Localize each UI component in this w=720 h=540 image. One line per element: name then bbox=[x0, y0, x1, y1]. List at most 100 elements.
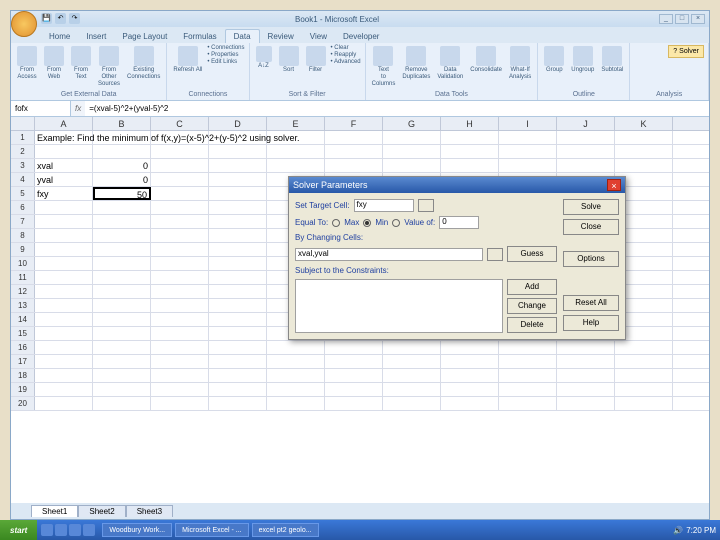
row-header-9[interactable]: 9 bbox=[11, 243, 35, 256]
cell-C13[interactable] bbox=[151, 299, 209, 312]
cell-D3[interactable] bbox=[209, 159, 267, 172]
column-header-J[interactable]: J bbox=[557, 117, 615, 130]
ql-icon[interactable] bbox=[55, 524, 67, 536]
min-radio[interactable] bbox=[363, 219, 371, 227]
cell-H18[interactable] bbox=[441, 369, 499, 382]
cell-F19[interactable] bbox=[325, 383, 383, 396]
delete-constraint-button[interactable]: Delete bbox=[507, 317, 557, 333]
cell-A14[interactable] bbox=[35, 313, 93, 326]
cell-K16[interactable] bbox=[615, 341, 673, 354]
cell-C14[interactable] bbox=[151, 313, 209, 326]
dialog-close-button[interactable]: × bbox=[607, 179, 621, 191]
cell-B3[interactable]: 0 bbox=[93, 159, 151, 172]
cell-C19[interactable] bbox=[151, 383, 209, 396]
column-header-K[interactable]: K bbox=[615, 117, 673, 130]
close-window-button[interactable]: × bbox=[691, 14, 705, 24]
ribbon-tab-developer[interactable]: Developer bbox=[335, 30, 387, 43]
cell-E17[interactable] bbox=[267, 355, 325, 368]
cell-C9[interactable] bbox=[151, 243, 209, 256]
cell-H19[interactable] bbox=[441, 383, 499, 396]
cell-A4[interactable]: yval bbox=[35, 173, 93, 186]
ql-icon[interactable] bbox=[83, 524, 95, 536]
cell-D9[interactable] bbox=[209, 243, 267, 256]
from-web-button[interactable]: FromWeb bbox=[42, 45, 66, 82]
cell-H17[interactable] bbox=[441, 355, 499, 368]
group-button[interactable]: Group bbox=[542, 45, 566, 75]
cell-B5[interactable]: 50 bbox=[93, 187, 151, 200]
cell-K17[interactable] bbox=[615, 355, 673, 368]
add-constraint-button[interactable]: Add bbox=[507, 279, 557, 295]
row-header-20[interactable]: 20 bbox=[11, 397, 35, 410]
cell-B19[interactable] bbox=[93, 383, 151, 396]
cell-I18[interactable] bbox=[499, 369, 557, 382]
row-header-10[interactable]: 10 bbox=[11, 257, 35, 270]
cell-A16[interactable] bbox=[35, 341, 93, 354]
cell-B15[interactable] bbox=[93, 327, 151, 340]
row-header-4[interactable]: 4 bbox=[11, 173, 35, 186]
row-header-17[interactable]: 17 bbox=[11, 355, 35, 368]
edit-links-button[interactable]: • Edit Links bbox=[207, 59, 244, 65]
cell-J2[interactable] bbox=[557, 145, 615, 158]
cell-D17[interactable] bbox=[209, 355, 267, 368]
cell-B8[interactable] bbox=[93, 229, 151, 242]
cell-K3[interactable] bbox=[615, 159, 673, 172]
column-header-D[interactable]: D bbox=[209, 117, 267, 130]
taskbar-item[interactable]: Microsoft Excel - ... bbox=[175, 523, 249, 537]
cell-A1[interactable]: Example: Find the minimum of f(x,y)=(x-5… bbox=[35, 131, 635, 145]
ribbon-tab-review[interactable]: Review bbox=[260, 30, 302, 43]
cell-J18[interactable] bbox=[557, 369, 615, 382]
cell-C10[interactable] bbox=[151, 257, 209, 270]
cell-C18[interactable] bbox=[151, 369, 209, 382]
cell-C5[interactable] bbox=[151, 187, 209, 200]
cell-B2[interactable] bbox=[93, 145, 151, 158]
ribbon-tab-home[interactable]: Home bbox=[41, 30, 78, 43]
cell-D18[interactable] bbox=[209, 369, 267, 382]
cell-G3[interactable] bbox=[383, 159, 441, 172]
cell-B12[interactable] bbox=[93, 285, 151, 298]
cell-H3[interactable] bbox=[441, 159, 499, 172]
guess-button[interactable]: Guess bbox=[507, 246, 557, 262]
cell-C8[interactable] bbox=[151, 229, 209, 242]
ungroup-button[interactable]: Ungroup bbox=[569, 45, 596, 75]
cell-H16[interactable] bbox=[441, 341, 499, 354]
cell-D14[interactable] bbox=[209, 313, 267, 326]
cell-A5[interactable]: fxy bbox=[35, 187, 93, 200]
cell-J20[interactable] bbox=[557, 397, 615, 410]
cell-G17[interactable] bbox=[383, 355, 441, 368]
ql-icon[interactable] bbox=[41, 524, 53, 536]
refresh-all-button[interactable]: Refresh All bbox=[171, 45, 204, 75]
properties-button[interactable]: • Properties bbox=[207, 52, 244, 58]
cell-C3[interactable] bbox=[151, 159, 209, 172]
column-header-F[interactable]: F bbox=[325, 117, 383, 130]
help-button[interactable]: Help bbox=[563, 315, 619, 331]
row-header-11[interactable]: 11 bbox=[11, 271, 35, 284]
cell-F2[interactable] bbox=[325, 145, 383, 158]
cell-B20[interactable] bbox=[93, 397, 151, 410]
cell-E2[interactable] bbox=[267, 145, 325, 158]
column-header-C[interactable]: C bbox=[151, 117, 209, 130]
row-header-1[interactable]: 1 bbox=[11, 131, 35, 144]
cell-D11[interactable] bbox=[209, 271, 267, 284]
cell-G20[interactable] bbox=[383, 397, 441, 410]
constraints-listbox[interactable] bbox=[295, 279, 503, 333]
column-header-B[interactable]: B bbox=[93, 117, 151, 130]
ribbon-tab-data[interactable]: Data bbox=[225, 29, 260, 43]
data-validation-button[interactable]: DataValidation bbox=[435, 45, 465, 82]
sheet-tab-sheet2[interactable]: Sheet2 bbox=[78, 505, 125, 517]
solve-button[interactable]: Solve bbox=[563, 199, 619, 215]
cell-F20[interactable] bbox=[325, 397, 383, 410]
cell-C20[interactable] bbox=[151, 397, 209, 410]
select-all-corner[interactable] bbox=[11, 117, 35, 130]
cell-H2[interactable] bbox=[441, 145, 499, 158]
solver-button[interactable]: ? Solver bbox=[668, 45, 704, 58]
cell-A3[interactable]: xval bbox=[35, 159, 93, 172]
name-box[interactable]: fofx bbox=[11, 101, 71, 116]
cell-D16[interactable] bbox=[209, 341, 267, 354]
cell-G2[interactable] bbox=[383, 145, 441, 158]
cell-B17[interactable] bbox=[93, 355, 151, 368]
sheet-tab-sheet1[interactable]: Sheet1 bbox=[31, 505, 78, 517]
cell-A2[interactable] bbox=[35, 145, 93, 158]
changing-cells-input[interactable]: xval,yval bbox=[295, 248, 483, 261]
save-icon[interactable]: 💾 bbox=[41, 13, 52, 24]
cell-C17[interactable] bbox=[151, 355, 209, 368]
